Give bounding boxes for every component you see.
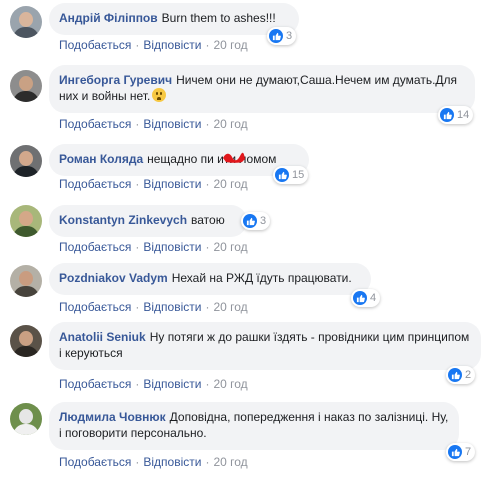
like-reaction-icon <box>353 291 367 305</box>
like-reaction-icon <box>448 445 462 459</box>
like-link[interactable]: Подобається <box>59 455 131 469</box>
like-reaction-icon <box>275 168 289 182</box>
comment-bubble: Pozdniakov Vadym Нехай на РЖД їдуть працю… <box>49 263 371 295</box>
comment-actions: Подобається · Відповісти · 20 год <box>59 38 248 52</box>
comment-bubble: Андрій Філіппов Burn them to ashes!!! <box>49 3 299 35</box>
reply-link[interactable]: Відповісти <box>143 38 201 52</box>
reply-link[interactable]: Відповісти <box>143 377 201 391</box>
reaction-count[interactable]: 4 <box>351 289 381 307</box>
reaction-number: 15 <box>292 169 305 181</box>
timestamp[interactable]: 20 год <box>213 377 247 391</box>
avatar[interactable] <box>10 70 42 102</box>
comment-actions: Подобається · Відповісти · 20 год <box>59 240 248 254</box>
comment-actions: Подобається · Відповісти · 20 год <box>59 117 248 131</box>
reaction-number: 2 <box>465 369 472 381</box>
reaction-count[interactable]: 3 <box>267 27 297 45</box>
avatar[interactable] <box>10 265 42 297</box>
like-link[interactable]: Подобається <box>59 38 131 52</box>
comment-bubble: Ингеборга Гуревич Ничем они не думают,Саш… <box>49 65 475 113</box>
like-reaction-icon <box>448 368 462 382</box>
comment-author[interactable]: Konstantyn Zinkevych <box>59 213 187 227</box>
avatar[interactable] <box>10 205 42 237</box>
comment-author[interactable]: Людмила Човнюк <box>59 410 166 424</box>
avatar[interactable] <box>10 145 42 177</box>
reaction-number: 3 <box>260 215 267 227</box>
reaction-count[interactable]: 2 <box>446 366 476 384</box>
comment-bubble: Роман Коляда нещадно пи ити ломом <box>49 144 309 176</box>
comment-text: ватою <box>191 213 225 227</box>
reaction-count[interactable]: 3 <box>241 212 271 230</box>
timestamp[interactable]: 20 год <box>213 38 247 52</box>
avatar[interactable] <box>10 6 42 38</box>
comment-text: Burn them to ashes!!! <box>161 11 276 25</box>
reaction-number: 4 <box>370 292 377 304</box>
like-link[interactable]: Подобається <box>59 377 131 391</box>
comment-bubble: Людмила Човнюк Доповідна, попередження і … <box>49 402 459 450</box>
comment-text: Нехай на РЖД їдуть працювати. <box>171 271 352 285</box>
reply-link[interactable]: Відповісти <box>143 240 201 254</box>
like-link[interactable]: Подобається <box>59 300 131 314</box>
comment-author[interactable]: Роман Коляда <box>59 152 143 166</box>
reply-link[interactable]: Відповісти <box>143 300 201 314</box>
timestamp[interactable]: 20 год <box>213 177 247 191</box>
timestamp[interactable]: 20 год <box>213 300 247 314</box>
reaction-number: 3 <box>286 30 293 42</box>
like-reaction-icon <box>269 29 283 43</box>
reaction-count[interactable]: 7 <box>446 443 476 461</box>
comment-text: нещадно пи ити ломом <box>147 152 277 166</box>
like-link[interactable]: Подобається <box>59 240 131 254</box>
reply-link[interactable]: Відповісти <box>143 177 201 191</box>
like-link[interactable]: Подобається <box>59 177 131 191</box>
comment-actions: Подобається · Відповісти · 20 год <box>59 377 248 391</box>
censor-scribble <box>223 152 245 163</box>
like-reaction-icon <box>243 214 257 228</box>
timestamp[interactable]: 20 год <box>213 240 247 254</box>
comment-actions: Подобається · Відповісти · 20 год <box>59 300 248 314</box>
timestamp[interactable]: 20 год <box>213 455 247 469</box>
like-reaction-icon <box>440 108 454 122</box>
reaction-number: 7 <box>465 446 472 458</box>
comment-author[interactable]: Андрій Філіппов <box>59 11 158 25</box>
comment-actions: Подобається · Відповісти · 20 год <box>59 177 248 191</box>
avatar[interactable] <box>10 403 42 435</box>
reaction-number: 14 <box>457 109 470 121</box>
confused-face-icon <box>152 88 167 102</box>
comment-bubble: Konstantyn Zinkevych ватою <box>49 205 247 237</box>
reaction-count[interactable]: 15 <box>273 166 309 184</box>
comment-author[interactable]: Ингеборга Гуревич <box>59 73 172 87</box>
comment-author[interactable]: Anatolii Seniuk <box>59 330 146 344</box>
comment-actions: Подобається · Відповісти · 20 год <box>59 455 248 469</box>
avatar[interactable] <box>10 325 42 357</box>
reply-link[interactable]: Відповісти <box>143 117 201 131</box>
comment-author[interactable]: Pozdniakov Vadym <box>59 271 168 285</box>
timestamp[interactable]: 20 год <box>213 117 247 131</box>
reply-link[interactable]: Відповісти <box>143 455 201 469</box>
like-link[interactable]: Подобається <box>59 117 131 131</box>
comment-bubble: Anatolii Seniuk Ну потяги ж до рашки їздя… <box>49 322 481 370</box>
reaction-count[interactable]: 14 <box>438 106 474 124</box>
